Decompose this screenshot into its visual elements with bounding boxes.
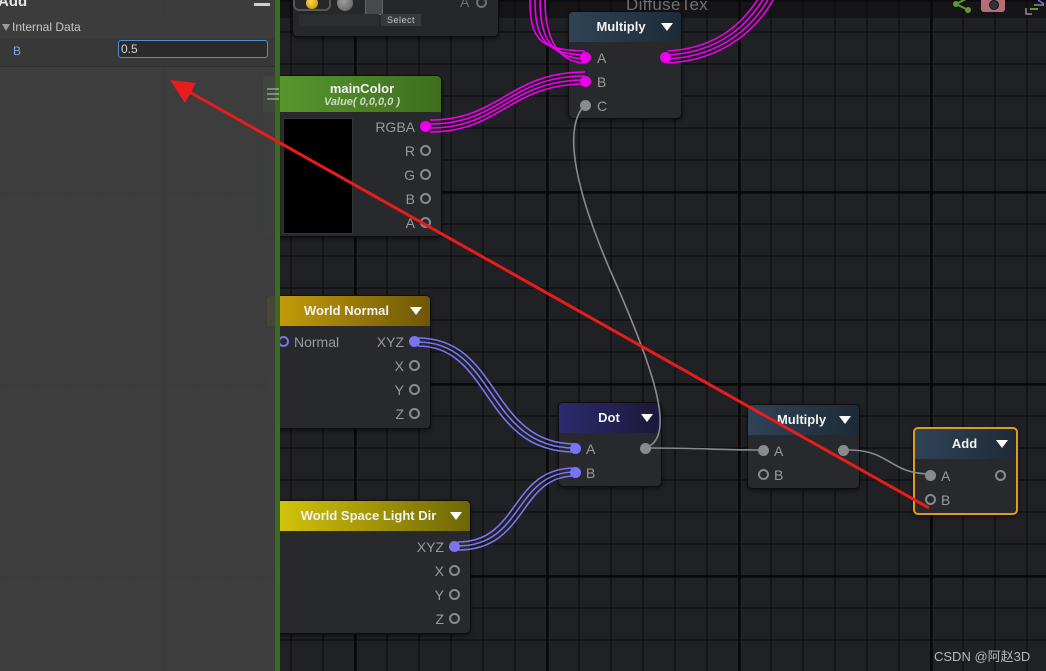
annotation-arrow-line bbox=[185, 88, 930, 510]
annotation-arrowhead bbox=[170, 80, 196, 103]
annotation-arrow bbox=[170, 80, 930, 510]
watermark: CSDN @阿赵3D bbox=[934, 649, 1031, 664]
